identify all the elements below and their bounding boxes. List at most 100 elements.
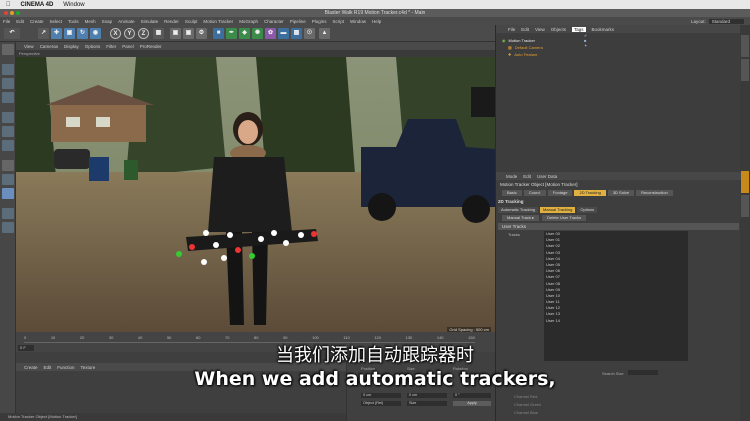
menu-simulate[interactable]: Simulate — [141, 19, 159, 24]
menu-create[interactable]: Create — [30, 19, 44, 24]
points-mode-icon[interactable] — [2, 112, 14, 123]
snapping-icon[interactable] — [2, 208, 14, 219]
tab-3d-solve[interactable]: 3D Solve — [607, 190, 635, 196]
menu-select[interactable]: Select — [50, 19, 63, 24]
snap-icon[interactable]: ▲ — [319, 28, 330, 39]
object-row-motion-tracker[interactable]: ◉ Motion Tracker ✔ ■ ✦ — [502, 33, 587, 48]
apply-button[interactable]: Apply — [453, 401, 491, 406]
om-menu-objects[interactable]: Objects — [551, 27, 566, 32]
mode-options[interactable]: Options — [577, 207, 598, 213]
undo-icon[interactable]: ↶ — [4, 28, 20, 39]
light-icon[interactable]: ☉ — [304, 28, 315, 39]
tab-reconstruction[interactable]: Reconstruction — [636, 190, 673, 196]
om-menu-view[interactable]: View — [535, 27, 545, 32]
viewport-menu-prorender[interactable]: ProRender — [140, 44, 162, 49]
move-tool-icon[interactable]: ✚ — [51, 28, 62, 39]
camera-icon[interactable]: ▩ — [291, 28, 302, 39]
coordinate-mode-dropdown[interactable]: Object (Rel) — [361, 401, 401, 406]
om-menu-file[interactable]: File — [508, 27, 515, 32]
mode-manual-tracking[interactable]: Manual Tracking — [540, 207, 576, 213]
menu-script[interactable]: Script — [333, 19, 345, 24]
menu-pipeline[interactable]: Pipeline — [290, 19, 306, 24]
track-marker[interactable] — [258, 236, 264, 242]
coordinate-system-icon[interactable]: ▦ — [153, 28, 164, 39]
menu-render[interactable]: Render — [164, 19, 179, 24]
am-menu-user-data[interactable]: User Data — [537, 174, 557, 179]
menu-sculpt[interactable]: Sculpt — [185, 19, 198, 24]
object-row-default-camera[interactable]: ▩ Default Camera — [508, 44, 543, 50]
viewport-menu-view[interactable]: View — [24, 44, 34, 49]
track-marker[interactable] — [283, 240, 289, 246]
apple-icon[interactable]:  — [6, 2, 11, 8]
track-marker-red[interactable] — [235, 247, 241, 253]
edges-mode-icon[interactable] — [2, 126, 14, 137]
tab-footage[interactable]: Footage — [547, 190, 573, 196]
viewport-menu-cameras[interactable]: Cameras — [40, 44, 58, 49]
side-tab-attributes[interactable] — [741, 171, 749, 193]
x-axis-button[interactable]: X — [110, 28, 121, 39]
tab-2d-tracking[interactable]: 2D Tracking — [574, 190, 606, 196]
am-menu-mode[interactable]: Mode — [506, 174, 517, 179]
menu-mesh[interactable]: Mesh — [85, 19, 96, 24]
size-field[interactable]: 0 cm — [407, 393, 447, 398]
live-select-icon[interactable]: ↗ — [38, 28, 49, 39]
menu-animate[interactable]: Animate — [118, 19, 135, 24]
track-marker[interactable] — [271, 230, 277, 236]
position-field[interactable]: 0 cm — [361, 393, 401, 398]
workplane-icon[interactable] — [2, 92, 14, 103]
object-row-auto-feature[interactable]: ✚ Auto Feature — [508, 51, 537, 57]
render-picture-viewer-icon[interactable]: ▣ — [183, 28, 194, 39]
am-menu-edit[interactable]: Edit — [523, 174, 531, 179]
scale-tool-icon[interactable]: ▣ — [64, 28, 75, 39]
track-marker[interactable] — [221, 255, 227, 261]
axis-mode-icon[interactable] — [2, 160, 14, 171]
window-menu[interactable]: Window — [63, 2, 84, 8]
menu-tools[interactable]: Tools — [68, 19, 79, 24]
track-marker-red[interactable] — [311, 231, 317, 237]
subdivision-icon[interactable]: ◆ — [239, 28, 250, 39]
menu-help[interactable]: Help — [372, 19, 381, 24]
track-marker[interactable] — [203, 230, 209, 236]
size-mode-dropdown[interactable]: Size — [407, 401, 447, 406]
zoom-window-icon[interactable] — [16, 11, 20, 15]
tweak-mode-icon[interactable] — [2, 174, 14, 185]
layout-dropdown[interactable]: Standard — [708, 18, 744, 24]
minimize-window-icon[interactable] — [10, 11, 14, 15]
menu-plugins[interactable]: Plugins — [312, 19, 327, 24]
texture-mode-icon[interactable] — [2, 78, 14, 89]
viewport-menu-panel[interactable]: Panel — [122, 44, 134, 49]
make-editable-icon[interactable] — [2, 44, 14, 55]
y-axis-button[interactable]: Y — [124, 28, 135, 39]
render-settings-icon[interactable]: ⚙ — [196, 28, 207, 39]
floor-icon[interactable]: ▬ — [278, 28, 289, 39]
track-marker-red[interactable] — [189, 244, 195, 250]
viewport[interactable]: Grid Spacing : 500 cm — [16, 57, 495, 332]
model-mode-icon[interactable] — [2, 64, 14, 75]
track-marker[interactable] — [227, 232, 233, 238]
viewport-menu-filter[interactable]: Filter — [106, 44, 116, 49]
menu-mograph[interactable]: MoGraph — [239, 19, 258, 24]
rotate-tool-icon[interactable]: ↻ — [77, 28, 88, 39]
menu-edit[interactable]: Edit — [16, 19, 24, 24]
side-tab-layers[interactable] — [741, 195, 749, 217]
delete-user-tracks-button[interactable]: Delete User Tracks — [542, 215, 587, 221]
menu-character[interactable]: Character — [264, 19, 284, 24]
viewport-menu-display[interactable]: Display — [64, 44, 79, 49]
mode-automatic-tracking[interactable]: Automatic Tracking — [498, 207, 539, 213]
side-tab-objects[interactable] — [741, 35, 749, 57]
spline-pen-icon[interactable]: ✒ — [226, 28, 237, 39]
cube-icon[interactable]: ■ — [213, 28, 224, 39]
solo-icon[interactable] — [2, 188, 14, 199]
viewport-menu-options[interactable]: Options — [85, 44, 101, 49]
track-marker[interactable] — [201, 259, 207, 265]
track-marker[interactable] — [213, 242, 219, 248]
tab-basic[interactable]: Basic — [502, 190, 522, 196]
menu-snap[interactable]: Snap — [102, 19, 113, 24]
close-window-icon[interactable] — [4, 11, 8, 15]
app-menu[interactable]: CINEMA 4D — [21, 2, 54, 8]
track-marker-green[interactable] — [176, 251, 182, 257]
tab-coord[interactable]: Coord. — [523, 190, 546, 196]
menu-motion-tracker[interactable]: Motion Tracker — [203, 19, 233, 24]
polygons-mode-icon[interactable] — [2, 140, 14, 151]
tag-icons[interactable]: ✔ ■ ✦ — [584, 33, 587, 48]
